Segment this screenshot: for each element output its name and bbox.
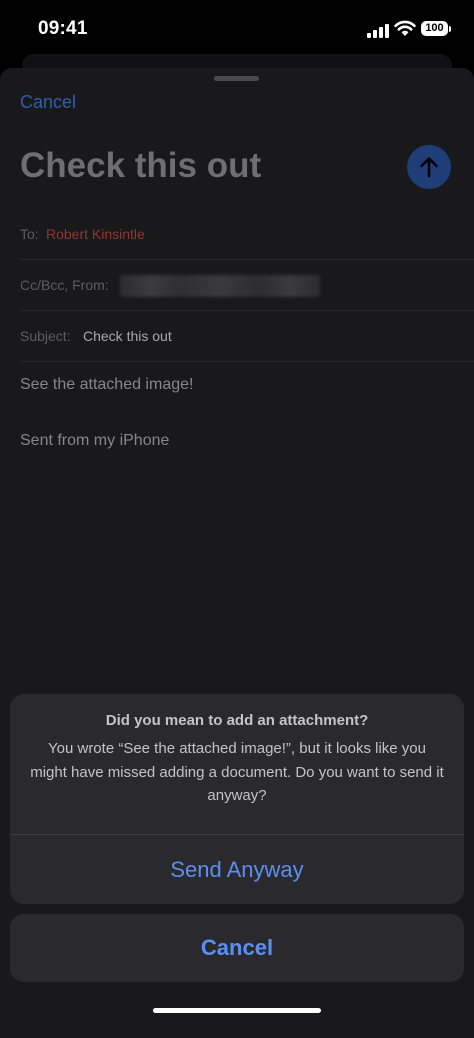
cellular-signal-icon [367,24,389,38]
send-anyway-button[interactable]: Send Anyway [10,835,464,904]
status-time: 09:41 [38,18,88,39]
attachment-alert: Did you mean to add an attachment? You w… [10,694,464,904]
battery-level: 100 [425,22,444,34]
redacted-sender-address [120,275,320,297]
field-divider [20,361,474,362]
to-label: To: [20,226,39,242]
subject-field[interactable]: Subject: Check this out [20,312,474,362]
battery-icon: 100 [421,21,453,38]
home-indicator[interactable] [153,1008,321,1013]
arrow-up-icon [420,157,438,178]
subject-label: Subject: [20,328,71,344]
alert-cancel-button[interactable]: Cancel [10,914,464,982]
sheet-grabber[interactable] [214,76,259,81]
cc-bcc-from-field[interactable]: Cc/Bcc, From: [20,261,474,311]
field-divider [20,310,474,311]
recipient-token[interactable]: Robert Kinsintle [46,226,145,242]
message-signature[interactable]: Sent from my iPhone [20,432,169,450]
to-field[interactable]: To: Robert Kinsintle [20,210,474,260]
field-divider [20,259,474,260]
subject-value[interactable]: Check this out [83,328,172,344]
compose-cancel-button[interactable]: Cancel [20,92,76,113]
alert-title: Did you mean to add an attachment? [105,712,369,729]
cc-bcc-from-label: Cc/Bcc, From: [20,277,109,293]
wifi-icon [394,20,416,36]
status-bar: 09:41 100 [0,0,474,60]
message-body-text[interactable]: See the attached image! [20,376,193,394]
compose-title: Check this out [20,146,262,185]
alert-message: You wrote “See the attached image!”, but… [30,740,444,804]
send-button[interactable] [407,145,451,189]
